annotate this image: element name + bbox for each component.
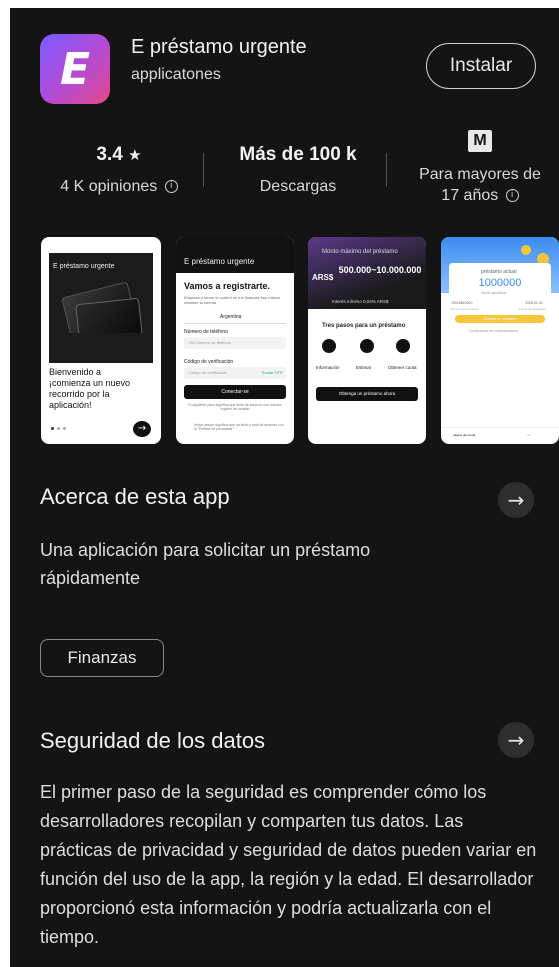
min-rate: Interés mínimo 0,04% ARS$ <box>332 299 389 304</box>
mature-rating-icon: M <box>468 130 492 152</box>
screenshot-header <box>176 237 294 273</box>
star-icon: ★ <box>128 147 142 164</box>
category-chip[interactable]: Finanzas <box>40 639 164 677</box>
downloads-label: Descargas <box>259 178 337 195</box>
page-dot <box>63 427 66 430</box>
rating-stat[interactable]: 3.4 ★ 4 K opiniones i <box>44 144 194 197</box>
data-safety-title[interactable]: Seguridad de los datos <box>40 728 265 754</box>
approved-label: Monto aprobado <box>481 291 507 295</box>
divider <box>203 153 204 187</box>
about-description-line2: rápidamente <box>40 568 141 588</box>
screenshot-dark-panel <box>49 333 153 363</box>
step1-label: Información <box>316 365 340 370</box>
reviews-count: 4 K opiniones <box>60 178 158 195</box>
divider <box>386 153 387 187</box>
estimate-step-icon <box>360 339 374 353</box>
page-dot <box>51 427 54 430</box>
install-button[interactable]: Instalar <box>426 43 536 89</box>
register-heading: Vamos a registrarte. <box>184 281 271 291</box>
quota-step-icon <box>396 339 410 353</box>
info-icon[interactable]: i <box>505 189 519 203</box>
date-caption: Fecha de aplicación <box>519 307 546 311</box>
phone-placeholder: +54 Número de teléfono <box>188 340 232 345</box>
connect-button: Conectar-se <box>184 385 286 399</box>
about-description-line1: Una aplicación para solicitar un préstam… <box>40 540 371 560</box>
downloads-value: Más de 100 k <box>239 144 357 165</box>
currency-label: ARS$ <box>312 273 334 282</box>
current-loan-label: préstamo actual <box>481 269 517 275</box>
send-code-link: Enviar OTP <box>262 370 283 375</box>
privacy-text: Iniciar sesión significa que ha leído y … <box>194 423 284 431</box>
developer-link[interactable]: applicatones <box>131 66 221 84</box>
code-label: Código de verificación <box>184 359 234 365</box>
screenshot-3[interactable]: Monto máximo del préstamo ARS$ 500.000~1… <box>308 237 426 444</box>
about-section-title[interactable]: Acerca de esta app <box>40 484 230 510</box>
loan-number-caption: Número de préstamo <box>451 307 480 311</box>
country-value: Argentina <box>220 314 242 320</box>
max-amount-label: Monto máximo del préstamo <box>322 249 398 255</box>
next-arrow-icon: → <box>133 421 151 437</box>
app-title: E préstamo urgente <box>131 36 307 58</box>
request-loan-button: Solicitar un préstamo <box>455 315 545 323</box>
downloads-stat: Más de 100 k Descargas <box>218 144 378 197</box>
info-step-icon <box>322 339 336 353</box>
steps-title: Tres pasos para un préstamo <box>322 323 406 329</box>
loan-amount: 1000000 <box>478 277 522 289</box>
welcome-text: recorrido por la <box>49 389 110 399</box>
app-icon-letter: E <box>59 43 91 95</box>
nav-portal-label: página del portal <box>453 433 476 437</box>
loan-number: 15016843200 <box>451 301 473 305</box>
phone-label: Número de teléfono <box>184 329 228 335</box>
rating-value: 3.4 <box>96 144 123 165</box>
application-date: 2026-01-31 <box>525 301 543 305</box>
screenshot-1[interactable]: E préstamo urgente Bienvenido a ¡comienz… <box>41 237 161 444</box>
register-sub: Empieza a tomar el control de tus finanz… <box>184 295 281 305</box>
step2-label: Estimar <box>356 365 372 370</box>
about-arrow-icon[interactable]: → <box>498 482 534 518</box>
age-rating-stat[interactable]: M Para mayores de 17 años i <box>400 130 559 206</box>
step3-label: Obtener cuota <box>388 365 417 370</box>
data-safety-arrow-icon[interactable]: → <box>498 722 534 758</box>
welcome-text: Bienvenido a <box>49 367 102 377</box>
data-safety-description: El primer paso de la seguridad es compre… <box>40 782 537 947</box>
age-rating-line1: Para mayores de <box>419 166 541 183</box>
conditions-link: Condiciones de endeudamiento <box>469 329 519 333</box>
code-placeholder: Código de verificación <box>188 370 228 375</box>
app-icon[interactable]: E <box>40 34 110 104</box>
screenshot-app-title: E préstamo urgente <box>53 263 115 270</box>
page-dot <box>57 427 60 430</box>
screenshot-4[interactable]: préstamo actual 1000000 Monto aprobado 1… <box>441 237 559 444</box>
terms-text: El siguiente paso significa que tiene de… <box>188 403 282 411</box>
app-details-page: E E préstamo urgente applicatones Instal… <box>10 8 559 967</box>
screenshot-header-title: E préstamo urgente <box>184 257 255 266</box>
age-rating-line2: 17 años <box>441 187 499 204</box>
info-icon[interactable]: i <box>164 180 178 194</box>
welcome-text: ¡comienza un nuevo <box>49 378 131 388</box>
nav-me-label: mí <box>527 433 531 437</box>
amount-range: 500.000~10.000.000 <box>338 265 422 275</box>
screenshot-2[interactable]: E préstamo urgente Vamos a registrarte. … <box>176 237 294 444</box>
get-loan-button: Obtenga un préstamo ahora <box>316 387 418 401</box>
welcome-text: aplicación! <box>49 400 92 410</box>
coin-icon <box>521 245 531 255</box>
bottom-nav-divider <box>441 427 559 428</box>
